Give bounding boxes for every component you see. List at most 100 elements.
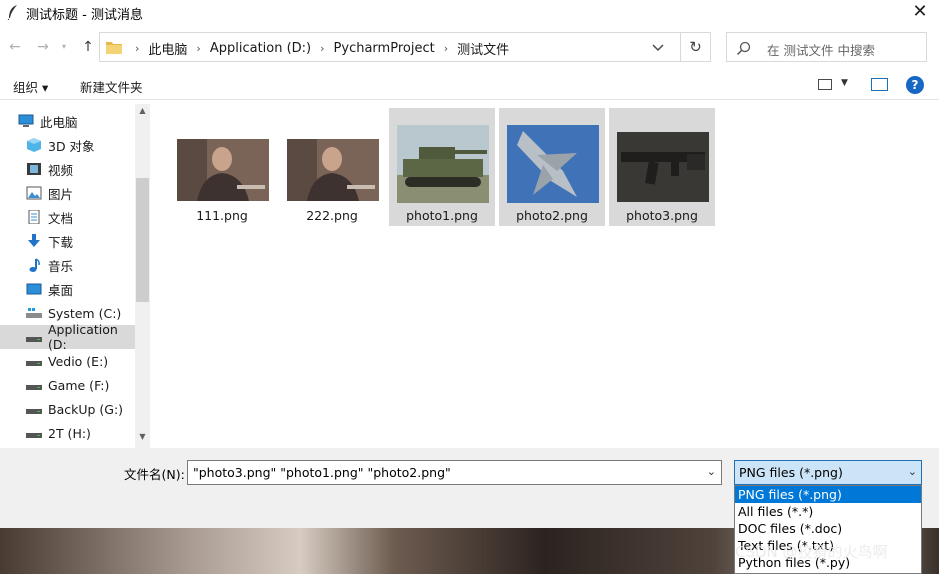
title-bar: 测试标题 - 测试消息 ✕ (0, 0, 939, 26)
chevron-down-icon[interactable]: ⌄ (908, 465, 917, 478)
sidebar-item-vedio-e[interactable]: Vedio (E:) (0, 349, 135, 373)
filetype-select[interactable]: PNG files (*.png) ⌄ (734, 460, 922, 485)
file-name: photo3.png (626, 208, 698, 223)
sidebar-item-label: BackUp (G:) (48, 401, 124, 417)
back-arrow-icon[interactable]: ← (6, 38, 24, 56)
watermark: CSDN @狡猾的火鸟啊 (735, 543, 888, 561)
download-icon (28, 234, 40, 247)
documents-icon (28, 210, 40, 224)
file-thumbnail (177, 139, 269, 201)
sidebar-item-desktop[interactable]: 桌面 (0, 277, 135, 301)
sidebar-scrollbar[interactable]: ▲ ▼ (135, 104, 150, 448)
filetype-option[interactable]: PNG files (*.png) (735, 486, 921, 503)
recent-chevron-icon[interactable]: ▾ (59, 38, 69, 56)
sidebar-item-label: 下载 (48, 234, 74, 250)
sidebar-item-label: 图片 (48, 186, 74, 202)
address-bar[interactable]: › 此电脑 › Application (D:) › PycharmProjec… (99, 32, 711, 62)
scrollbar-thumb[interactable] (136, 178, 149, 302)
sidebar-item-label: Application (D: (48, 322, 118, 352)
breadcrumb-chevron-icon[interactable]: › (196, 42, 200, 55)
filename-value[interactable]: "photo3.png" "photo1.png" "photo2.png" (193, 465, 451, 480)
drive-icon (26, 433, 42, 438)
chevron-down-icon[interactable]: ⌄ (707, 465, 716, 478)
sidebar-item-label: 音乐 (48, 258, 74, 274)
navigation-pane: 此电脑 3D 对象 视频 图片 文档 下载 音乐 桌面 System (C:) … (0, 104, 150, 448)
pictures-icon (26, 186, 42, 200)
file-item-photo2[interactable]: photo2.png (499, 108, 605, 226)
file-item-photo1[interactable]: photo1.png (389, 108, 495, 226)
breadcrumb-chevron-icon[interactable]: › (135, 42, 139, 55)
sidebar-item-game-f[interactable]: Game (F:) (0, 373, 135, 397)
filetype-option[interactable]: DOC files (*.doc) (735, 520, 921, 537)
refresh-icon[interactable]: ↻ (680, 33, 710, 61)
folder-icon (106, 42, 122, 54)
sidebar-item-2t-h[interactable]: 2T (H:) (0, 421, 135, 445)
search-box[interactable]: 在 测试文件 中搜索 (726, 32, 927, 62)
view-mode-icon[interactable] (818, 79, 832, 90)
3d-objects-icon (27, 138, 41, 152)
sidebar-item-label: 文档 (48, 210, 74, 226)
forward-arrow-icon[interactable]: → (34, 38, 52, 56)
up-arrow-icon[interactable]: ↑ (79, 38, 97, 56)
sidebar-item-downloads[interactable]: 下载 (0, 229, 135, 253)
organize-button[interactable]: 组织 ▾ (13, 77, 48, 96)
feather-icon (7, 5, 17, 20)
sidebar-item-label: 桌面 (48, 282, 74, 298)
breadcrumb: › 此电脑 › Application (D:) › PycharmProjec… (126, 39, 509, 58)
file-item-222[interactable]: 222.png (279, 108, 385, 226)
file-thumbnail (617, 132, 709, 202)
scroll-down-icon[interactable]: ▼ (135, 432, 150, 446)
preview-pane-icon[interactable] (871, 78, 888, 91)
filename-field[interactable]: "photo3.png" "photo1.png" "photo2.png" ⌄ (187, 460, 722, 485)
file-thumbnail (507, 125, 599, 203)
file-name: 222.png (306, 208, 358, 223)
file-item-photo3[interactable]: photo3.png (609, 108, 715, 226)
breadcrumb-chevron-icon[interactable]: › (444, 42, 448, 55)
breadcrumb-item[interactable]: 此电脑 (148, 39, 187, 58)
search-icon (736, 41, 751, 56)
filename-label: 文件名(N): (124, 467, 185, 482)
file-thumbnail (397, 125, 489, 203)
sidebar-item-backup-g[interactable]: BackUp (G:) (0, 397, 135, 421)
new-folder-button[interactable]: 新建文件夹 (80, 77, 143, 96)
drive-icon (26, 385, 42, 390)
sidebar-item-pictures[interactable]: 图片 (0, 181, 135, 205)
file-name: 111.png (196, 208, 248, 223)
sidebar-item-label: 此电脑 (40, 114, 78, 130)
command-bar: 组织 ▾ 新建文件夹 ▼ ? (0, 72, 939, 100)
drive-icon (26, 308, 42, 318)
breadcrumb-chevron-icon[interactable]: › (320, 42, 324, 55)
view-mode-chevron-icon[interactable]: ▼ (841, 78, 848, 88)
video-icon (27, 163, 41, 175)
search-input[interactable]: 在 测试文件 中搜索 (767, 40, 875, 59)
help-icon[interactable]: ? (906, 76, 924, 94)
drive-icon (26, 337, 42, 342)
address-history-chevron-icon[interactable] (650, 38, 666, 56)
sidebar-item-music[interactable]: 音乐 (0, 253, 135, 277)
close-icon[interactable]: ✕ (909, 1, 931, 23)
filetype-option[interactable]: All files (*.*) (735, 503, 921, 520)
sidebar-item-label: Vedio (E:) (48, 353, 109, 369)
breadcrumb-item[interactable]: 测试文件 (457, 39, 509, 58)
file-name: photo1.png (406, 208, 478, 223)
file-open-dialog: 测试标题 - 测试消息 ✕ ← → ▾ ↑ › 此电脑 › Applicatio… (0, 0, 939, 528)
sidebar-item-videos[interactable]: 视频 (0, 157, 135, 181)
sidebar-item-this-pc[interactable]: 此电脑 (0, 109, 135, 133)
sidebar-item-documents[interactable]: 文档 (0, 205, 135, 229)
file-list: 111.png 222.png photo1.png photo2.png ph… (153, 104, 939, 448)
sidebar-item-3d-objects[interactable]: 3D 对象 (0, 133, 135, 157)
scroll-up-icon[interactable]: ▲ (135, 106, 150, 120)
music-icon (29, 258, 40, 272)
file-thumbnail (287, 139, 379, 201)
sidebar-item-label: 视频 (48, 162, 74, 178)
file-name: photo2.png (516, 208, 588, 223)
breadcrumb-item[interactable]: Application (D:) (210, 41, 311, 56)
sidebar-item-label: Game (F:) (48, 377, 110, 393)
sidebar-item-label: System (C:) (48, 305, 122, 321)
drive-icon (26, 409, 42, 414)
breadcrumb-item[interactable]: PycharmProject (334, 41, 435, 56)
computer-icon (18, 114, 34, 127)
drive-icon (26, 361, 42, 366)
sidebar-item-application-d[interactable]: Application (D: (0, 322, 135, 352)
file-item-111[interactable]: 111.png (169, 108, 275, 226)
